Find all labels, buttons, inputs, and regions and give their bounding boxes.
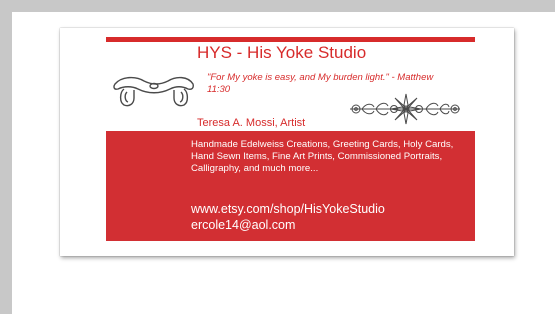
red-info-panel: Handmade Edelweiss Creations, Greeting C… [106, 131, 475, 241]
edelweiss-flower-icon [350, 93, 460, 125]
card-top-bar [106, 37, 475, 42]
card-title: HYS - His Yoke Studio [197, 43, 367, 62]
frame-left-border [0, 0, 12, 314]
email-address: ercole14@aol.com [191, 218, 296, 232]
services-description: Handmade Edelweiss Creations, Greeting C… [191, 139, 454, 174]
artist-name: Teresa A. Mossi, Artist [197, 117, 306, 129]
business-card: HYS - His Yoke Studio "For My yoke is ea… [60, 28, 514, 256]
yoke-icon [113, 76, 194, 107]
frame-top-border [0, 0, 555, 12]
shop-url: www.etsy.com/shop/HisYokeStudio [191, 202, 385, 216]
